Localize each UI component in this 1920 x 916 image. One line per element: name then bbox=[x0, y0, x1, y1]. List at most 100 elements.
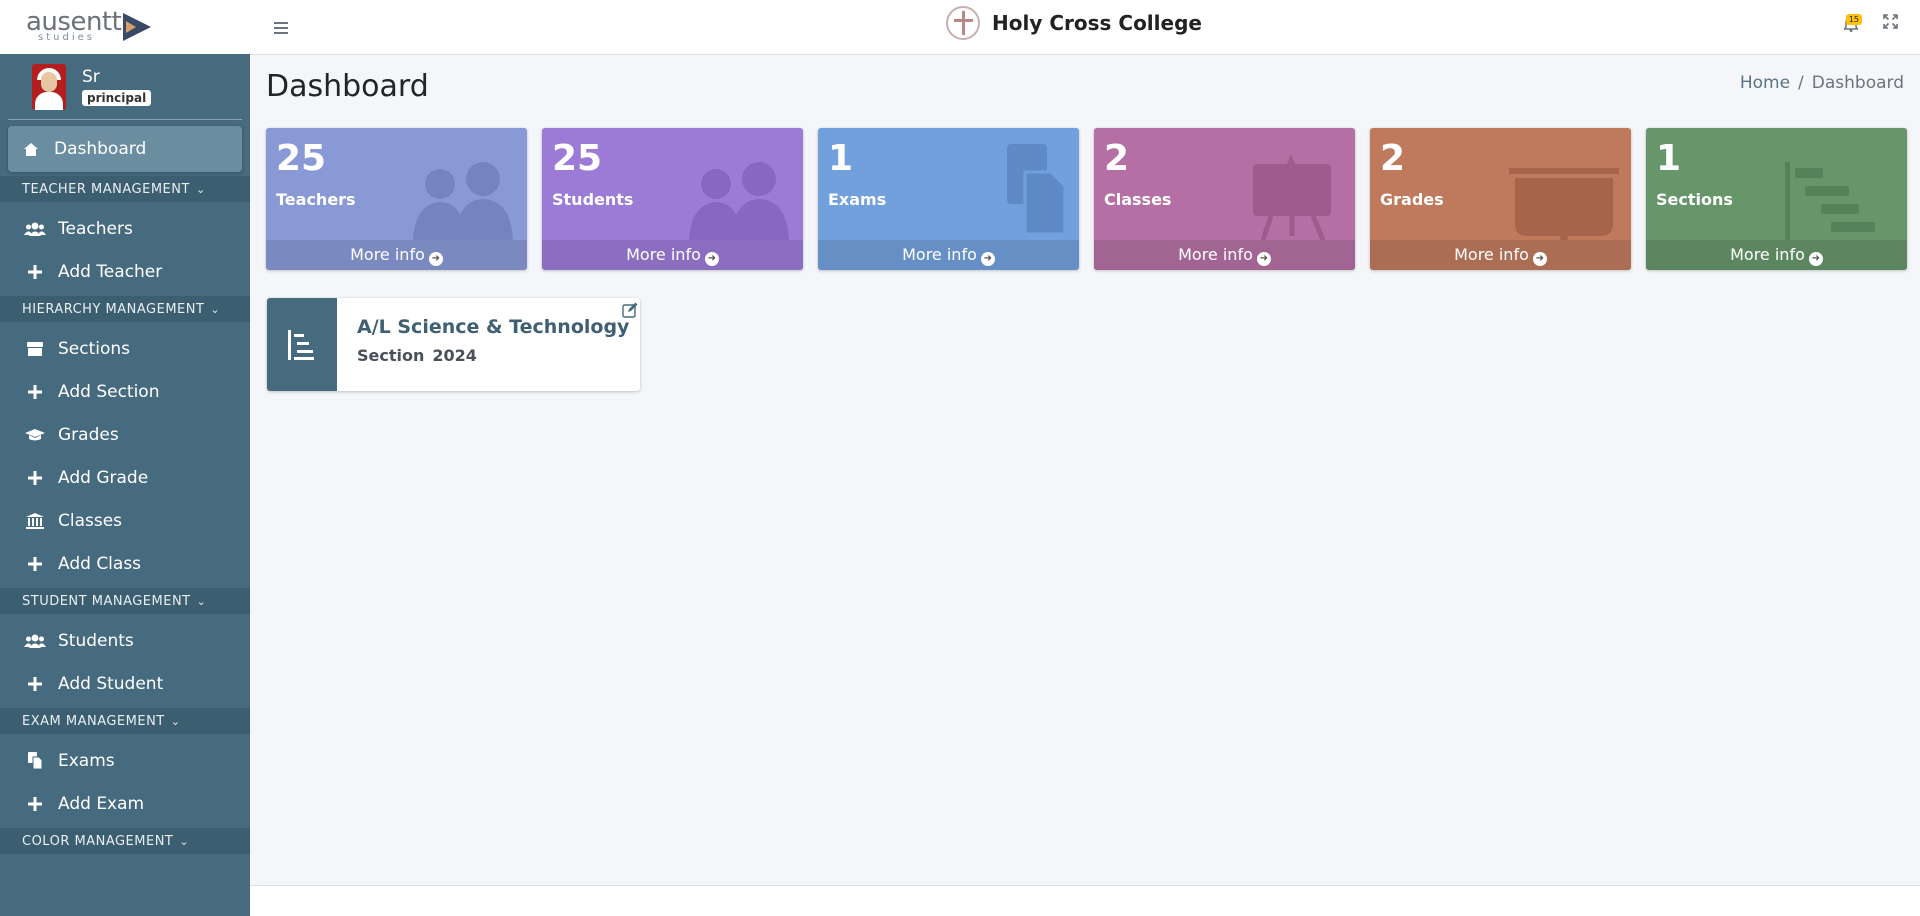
stat-value: 1 bbox=[1656, 138, 1682, 179]
nav-header-label: HIERARCHY MANAGEMENT bbox=[22, 301, 205, 317]
landmark-icon bbox=[24, 512, 46, 529]
plus-icon bbox=[24, 676, 46, 691]
arrow-circle-right-icon: ➜ bbox=[704, 252, 719, 266]
more-info-link[interactable]: More info ➜ bbox=[542, 240, 803, 270]
sidebar-item-label: Add Grade bbox=[58, 467, 149, 488]
section-meta: Section 2024 bbox=[357, 346, 629, 365]
user-panel[interactable]: Sr principal bbox=[8, 54, 242, 120]
more-info-link[interactable]: More info ➜ bbox=[1370, 240, 1631, 270]
sidebar-item-dashboard[interactable]: Dashboard bbox=[8, 126, 242, 172]
users-icon bbox=[413, 162, 513, 240]
more-info-link[interactable]: More info ➜ bbox=[1094, 240, 1355, 270]
nav-header-student-management[interactable]: STUDENT MANAGEMENT ⌄ bbox=[0, 588, 250, 614]
copy-icon bbox=[1007, 144, 1067, 236]
list-tree-icon bbox=[288, 329, 314, 360]
users-icon bbox=[24, 633, 46, 649]
nav-header-color-management[interactable]: COLOR MANAGEMENT ⌄ bbox=[0, 828, 250, 854]
nav-header-teacher-management[interactable]: TEACHER MANAGEMENT ⌄ bbox=[0, 176, 250, 202]
sidebar-item-grades[interactable]: Grades bbox=[8, 413, 242, 456]
breadcrumb: Home / Dashboard bbox=[1740, 73, 1904, 93]
stat-box-teachers: 25 Teachers More info ➜ bbox=[266, 128, 527, 270]
sidebar-nav: Dashboard TEACHER MANAGEMENT ⌄ Teachers A… bbox=[0, 120, 250, 854]
sidebar-item-label: Add Teacher bbox=[58, 261, 163, 282]
home-icon bbox=[20, 142, 42, 157]
arrow-circle-right-icon: ➜ bbox=[1808, 252, 1823, 266]
college-name: Holy Cross College bbox=[992, 11, 1202, 35]
college-crest-icon bbox=[946, 6, 980, 40]
sidebar-item-label: Add Student bbox=[58, 673, 164, 694]
breadcrumb-home-link[interactable]: Home bbox=[1740, 73, 1790, 93]
sidebar-item-teachers[interactable]: Teachers bbox=[8, 207, 242, 250]
more-info-link[interactable]: More info ➜ bbox=[818, 240, 1079, 270]
stat-boxes: 25 Teachers More info ➜ 25 Students More … bbox=[266, 128, 1907, 270]
sidebar-item-students[interactable]: Students bbox=[8, 619, 242, 662]
user-info: Sr principal bbox=[82, 67, 152, 106]
user-role-badge: principal bbox=[82, 90, 152, 106]
sidebar-item-add-student[interactable]: Add Student bbox=[8, 662, 242, 705]
avatar bbox=[32, 63, 66, 110]
chevron-down-icon: ⌄ bbox=[210, 302, 221, 316]
plus-icon bbox=[24, 556, 46, 571]
stat-box-sections: 1 Sections More info ➜ bbox=[1646, 128, 1907, 270]
topbar: Holy Cross College 15 bbox=[250, 0, 1920, 55]
more-info-label: More info bbox=[1454, 245, 1529, 264]
more-info-link[interactable]: More info ➜ bbox=[1646, 240, 1907, 270]
sidebar-item-sections[interactable]: Sections bbox=[8, 327, 242, 370]
arrow-circle-right-icon: ➜ bbox=[1256, 252, 1271, 266]
stat-label: Exams bbox=[828, 190, 887, 209]
sidebar-item-add-grade[interactable]: Add Grade bbox=[8, 456, 242, 499]
edit-icon[interactable] bbox=[622, 302, 638, 318]
sidebar-item-add-teacher[interactable]: Add Teacher bbox=[8, 250, 242, 293]
nav-header-label: COLOR MANAGEMENT bbox=[22, 833, 174, 849]
college-header: Holy Cross College bbox=[946, 6, 1202, 40]
stat-label: Grades bbox=[1380, 190, 1444, 209]
nav-header-hierarchy-management[interactable]: HIERARCHY MANAGEMENT ⌄ bbox=[0, 296, 250, 322]
sidebar-item-label: Dashboard bbox=[54, 139, 147, 159]
stat-value: 25 bbox=[276, 138, 327, 179]
sidebar-item-add-class[interactable]: Add Class bbox=[8, 542, 242, 585]
projector-screen-icon bbox=[1509, 168, 1619, 240]
chevron-down-icon: ⌄ bbox=[170, 714, 181, 728]
more-info-label: More info bbox=[902, 245, 977, 264]
chevron-down-icon: ⌄ bbox=[195, 182, 206, 196]
sidebar-item-add-section[interactable]: Add Section bbox=[8, 370, 242, 413]
section-year: 2024 bbox=[432, 346, 477, 365]
sidebar-item-label: Add Class bbox=[58, 553, 142, 574]
sidebar-item-label: Classes bbox=[58, 510, 123, 531]
stat-value: 1 bbox=[828, 138, 854, 179]
stat-value: 2 bbox=[1104, 138, 1130, 179]
main-content: Dashboard Home / Dashboard 25 Teachers Mor… bbox=[250, 55, 1920, 885]
sidebar-item-label: Teachers bbox=[58, 218, 133, 239]
sidebar-item-label: Grades bbox=[58, 424, 119, 445]
section-icon-col bbox=[267, 298, 337, 391]
sidebar-item-label: Exams bbox=[58, 750, 115, 771]
brand-logo: ausentt studies bbox=[26, 7, 151, 43]
brand[interactable]: ausentt studies bbox=[0, 0, 250, 54]
hamburger-menu-icon[interactable] bbox=[274, 15, 288, 39]
stat-box-students: 25 Students More info ➜ bbox=[542, 128, 803, 270]
section-card[interactable]: A/L Science & Technology Section 2024 bbox=[267, 298, 640, 391]
stat-label: Teachers bbox=[276, 190, 356, 209]
fullscreen-icon[interactable] bbox=[1883, 14, 1898, 34]
breadcrumb-current: Dashboard bbox=[1811, 73, 1904, 93]
breadcrumb-separator: / bbox=[1798, 73, 1804, 93]
easel-icon bbox=[1253, 154, 1331, 240]
chevron-down-icon: ⌄ bbox=[196, 594, 207, 608]
sidebar-item-exams[interactable]: Exams bbox=[8, 739, 242, 782]
gantt-chart-icon bbox=[1785, 162, 1875, 240]
sidebar-item-label: Add Exam bbox=[58, 793, 145, 814]
arrow-circle-right-icon: ➜ bbox=[428, 252, 443, 266]
more-info-link[interactable]: More info ➜ bbox=[266, 240, 527, 270]
stat-box-grades: 2 Grades More info ➜ bbox=[1370, 128, 1631, 270]
brand-word: ausentt bbox=[26, 7, 122, 37]
sidebar: ausentt studies Sr principal Dashboard T… bbox=[0, 0, 250, 916]
sidebar-item-add-exam[interactable]: Add Exam bbox=[8, 782, 242, 825]
more-info-label: More info bbox=[350, 245, 425, 264]
nav-header-label: EXAM MANAGEMENT bbox=[22, 713, 165, 729]
graduation-cap-icon bbox=[24, 428, 46, 442]
sidebar-item-classes[interactable]: Classes bbox=[8, 499, 242, 542]
nav-header-exam-management[interactable]: EXAM MANAGEMENT ⌄ bbox=[0, 708, 250, 734]
copy-icon bbox=[24, 752, 46, 769]
nav-header-label: STUDENT MANAGEMENT bbox=[22, 593, 191, 609]
stat-box-exams: 1 Exams More info ➜ bbox=[818, 128, 1079, 270]
